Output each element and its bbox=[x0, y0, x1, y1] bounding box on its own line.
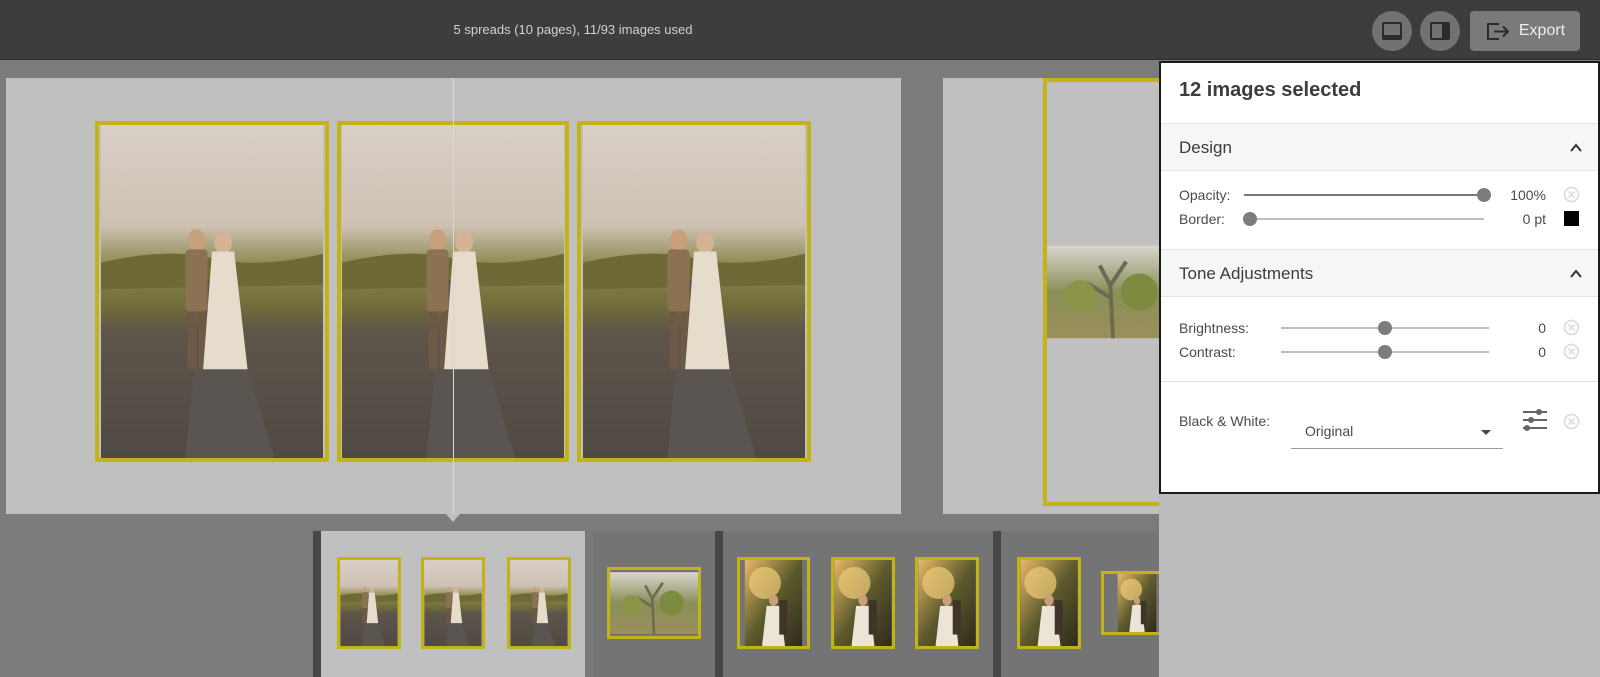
filmstrip-spread-1[interactable] bbox=[321, 531, 585, 677]
sliders-icon[interactable] bbox=[1521, 406, 1549, 434]
opacity-label: Opacity: bbox=[1179, 187, 1231, 203]
side-panel-view-icon bbox=[1430, 22, 1450, 40]
contrast-slider-knob[interactable] bbox=[1378, 345, 1392, 359]
brightness-slider-knob[interactable] bbox=[1378, 321, 1392, 335]
filmstrip-spread-2[interactable] bbox=[593, 531, 715, 677]
couple-photo-1 bbox=[101, 125, 323, 458]
single-page-view-button[interactable] bbox=[1372, 11, 1412, 51]
opacity-slider-fill bbox=[1244, 194, 1484, 196]
current-spread-caret bbox=[446, 514, 460, 522]
photo-frame-next[interactable] bbox=[1043, 78, 1160, 506]
dropdown-arrow-icon bbox=[1481, 430, 1491, 435]
border-color-swatch[interactable] bbox=[1564, 211, 1579, 226]
export-label: Export bbox=[1518, 22, 1566, 39]
filmstrip-thumb bbox=[507, 557, 571, 649]
spread-canvas bbox=[0, 61, 1160, 529]
chevron-up-icon[interactable] bbox=[1568, 140, 1584, 156]
photo-frame-1[interactable] bbox=[95, 121, 329, 462]
image-properties-panel: 12 images selected Design Opacity: 100% … bbox=[1159, 61, 1600, 494]
border-label: Border: bbox=[1179, 211, 1225, 227]
bw-mode-select[interactable]: Original bbox=[1291, 415, 1503, 449]
filmstrip-separator bbox=[993, 531, 1001, 677]
border-slider-knob[interactable] bbox=[1243, 212, 1257, 226]
design-section-header[interactable]: Design bbox=[1161, 123, 1598, 171]
bw-label: Black & White: bbox=[1179, 413, 1271, 429]
filmstrip-thumb bbox=[831, 557, 895, 649]
reset-opacity-icon[interactable] bbox=[1563, 186, 1580, 203]
spread-gutter-line bbox=[453, 78, 454, 514]
side-panel-view-button[interactable] bbox=[1420, 11, 1460, 51]
reset-bw-icon[interactable] bbox=[1563, 413, 1580, 430]
panel-title: 12 images selected bbox=[1179, 79, 1362, 101]
tree-photo bbox=[1047, 82, 1160, 502]
filmstrip-thumb bbox=[915, 557, 979, 649]
top-toolbar: 5 spreads (10 pages), 11/93 images used … bbox=[0, 0, 1600, 60]
border-slider[interactable] bbox=[1250, 218, 1484, 220]
contrast-label: Contrast: bbox=[1179, 344, 1236, 360]
opacity-slider-knob[interactable] bbox=[1477, 188, 1491, 202]
export-button[interactable]: Export bbox=[1470, 11, 1580, 51]
couple-photo-3 bbox=[583, 125, 805, 458]
filmstrip-thumb bbox=[337, 557, 401, 649]
filmstrip-thumb bbox=[1017, 557, 1081, 649]
tone-section-label: Tone Adjustments bbox=[1179, 264, 1314, 283]
reset-contrast-icon[interactable] bbox=[1563, 343, 1580, 360]
filmstrip-thumb bbox=[1101, 571, 1160, 635]
tone-section-header[interactable]: Tone Adjustments bbox=[1161, 249, 1598, 297]
chevron-up-icon[interactable] bbox=[1568, 266, 1584, 282]
opacity-slider[interactable] bbox=[1244, 194, 1484, 196]
brightness-value: 0 bbox=[1538, 320, 1546, 336]
book-status-text: 5 spreads (10 pages), 11/93 images used bbox=[453, 22, 693, 37]
spread-filmstrip bbox=[0, 529, 1160, 677]
section-divider bbox=[1161, 381, 1598, 382]
bw-mode-value: Original bbox=[1305, 423, 1354, 439]
filmstrip-separator bbox=[313, 531, 321, 677]
filmstrip-thumb bbox=[737, 557, 810, 649]
brightness-label: Brightness: bbox=[1179, 320, 1250, 336]
border-value: 0 pt bbox=[1522, 211, 1546, 227]
contrast-value: 0 bbox=[1538, 344, 1546, 360]
photo-frame-3[interactable] bbox=[577, 121, 811, 462]
filmstrip-spread-3[interactable] bbox=[723, 531, 993, 677]
reset-brightness-icon[interactable] bbox=[1563, 319, 1580, 336]
filmstrip-separator bbox=[715, 531, 723, 677]
current-spread[interactable] bbox=[6, 78, 901, 522]
filmstrip-thumb bbox=[421, 557, 485, 649]
export-icon bbox=[1486, 23, 1510, 40]
filmstrip-separator bbox=[585, 531, 593, 677]
opacity-value: 100% bbox=[1510, 187, 1546, 203]
single-page-view-icon bbox=[1382, 22, 1402, 40]
next-spread[interactable] bbox=[943, 78, 1160, 514]
filmstrip-spread-4[interactable] bbox=[1001, 531, 1160, 677]
filmstrip-thumb bbox=[607, 567, 701, 639]
design-section-label: Design bbox=[1179, 138, 1232, 157]
